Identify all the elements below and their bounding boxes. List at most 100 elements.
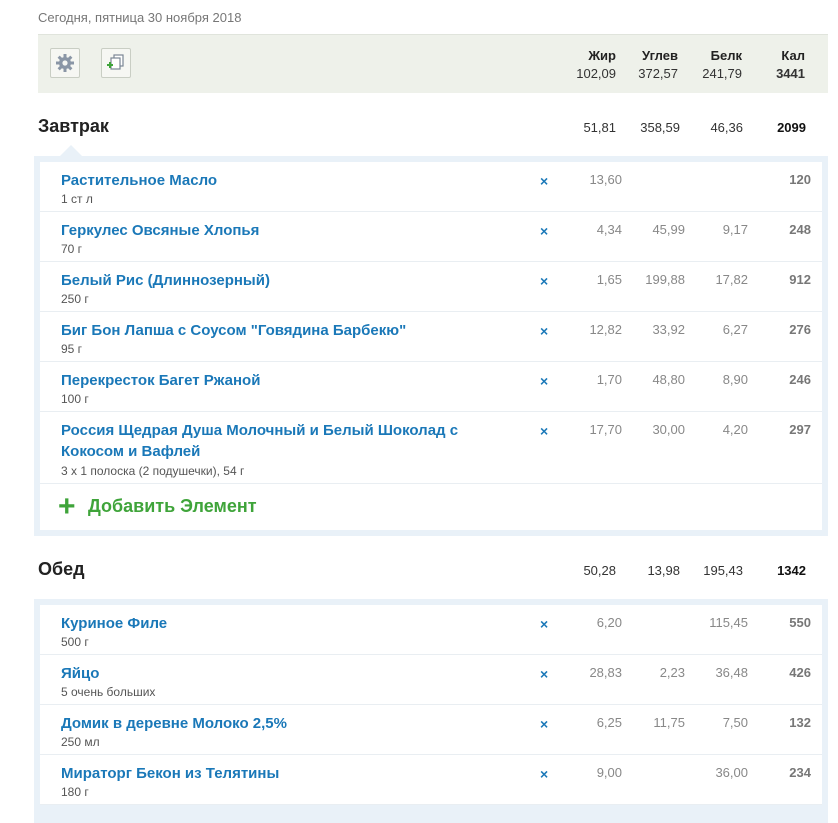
food-name[interactable]: Перекресток Багет Ржаной — [61, 370, 491, 391]
food-row[interactable]: Яйцо 5 очень больших × 28,83 2,23 36,48 … — [40, 655, 822, 705]
food-kcal: 550 — [789, 615, 811, 630]
total-prot: Белк 241,79 — [682, 47, 742, 83]
copy-meal-button[interactable] — [101, 48, 131, 78]
food-amount: 250 г — [61, 292, 89, 306]
food-row[interactable]: Геркулес Овсяные Хлопья 70 г × 4,34 45,9… — [40, 212, 822, 262]
food-name[interactable]: Геркулес Овсяные Хлопья — [61, 220, 491, 241]
food-kcal: 276 — [789, 322, 811, 337]
food-name[interactable]: Куриное Филе — [61, 613, 491, 634]
delete-icon[interactable]: × — [540, 616, 548, 632]
delete-icon[interactable]: × — [540, 273, 548, 289]
food-fat: 13,60 — [589, 172, 622, 187]
breakfast-carb: 358,59 — [640, 120, 680, 135]
food-row[interactable]: Куриное Филе 500 г × 6,20 115,45 550 — [40, 605, 822, 655]
delete-icon[interactable]: × — [540, 173, 548, 189]
food-kcal: 248 — [789, 222, 811, 237]
food-prot: 115,45 — [709, 615, 748, 630]
food-prot: 8,90 — [722, 372, 748, 387]
food-row[interactable]: Россия Щедрая Душа Молочный и Белый Шоко… — [40, 412, 822, 484]
food-name[interactable]: Белый Рис (Длиннозерный) — [61, 270, 491, 291]
delete-icon[interactable]: × — [540, 766, 548, 782]
food-row[interactable]: Биг Бон Лапша с Соусом "Говядина Барбекю… — [40, 312, 822, 362]
food-fat: 17,70 — [589, 422, 622, 437]
food-fat: 4,34 — [596, 222, 622, 237]
food-prot: 36,00 — [715, 765, 748, 780]
food-amount: 1 ст л — [61, 192, 93, 206]
food-fat: 1,70 — [596, 372, 622, 387]
delete-icon[interactable]: × — [540, 223, 548, 239]
breakfast-kcal: 2099 — [777, 120, 806, 135]
food-kcal: 912 — [789, 272, 811, 287]
lunch-fat: 50,28 — [583, 563, 616, 578]
food-kcal: 246 — [789, 372, 811, 387]
food-name[interactable]: Домик в деревне Молоко 2,5% — [61, 713, 491, 734]
food-amount: 5 очень больших — [61, 685, 156, 699]
food-name[interactable]: Мираторг Бекон из Телятины — [61, 763, 491, 784]
food-amount: 250 мл — [61, 735, 100, 749]
food-name[interactable]: Биг Бон Лапша с Соусом "Говядина Барбекю… — [61, 320, 491, 341]
meal-pointer — [60, 145, 82, 156]
meal-title-breakfast: Завтрак — [38, 116, 109, 136]
header-carb: Углев — [642, 48, 678, 63]
food-carb: 2,23 — [659, 665, 685, 680]
food-prot: 9,17 — [722, 222, 748, 237]
lunch-kcal: 1342 — [777, 563, 806, 578]
total-kcal-value: 3441 — [776, 66, 805, 81]
food-fat: 6,25 — [596, 715, 622, 730]
food-prot: 6,27 — [722, 322, 748, 337]
food-kcal: 426 — [789, 665, 811, 680]
food-fat: 6,20 — [596, 615, 622, 630]
food-amount: 180 г — [61, 785, 89, 799]
food-carb: 11,75 — [653, 715, 685, 730]
food-row[interactable]: Перекресток Багет Ржаной 100 г × 1,70 48… — [40, 362, 822, 412]
food-carb: 33,92 — [652, 322, 685, 337]
gear-icon — [56, 54, 74, 72]
food-prot: 17,82 — [715, 272, 748, 287]
food-row[interactable]: Домик в деревне Молоко 2,5% 250 мл × 6,2… — [40, 705, 822, 755]
add-item-button[interactable]: + Добавить Элемент — [40, 484, 822, 530]
total-carb: Углев 372,57 — [618, 47, 678, 83]
food-carb: 48,80 — [652, 372, 685, 387]
total-prot-value: 241,79 — [702, 66, 742, 81]
food-carb: 199,88 — [645, 272, 685, 287]
food-row[interactable]: Мираторг Бекон из Телятины 180 г × 9,00 … — [40, 755, 822, 805]
lunch-prot: 195,43 — [703, 563, 743, 578]
food-prot: 4,20 — [722, 422, 748, 437]
food-amount: 100 г — [61, 392, 89, 406]
plus-icon: + — [58, 490, 76, 523]
food-prot: 36,48 — [715, 665, 748, 680]
date-label: Сегодня, пятница 30 ноября 2018 — [38, 10, 242, 25]
food-amount: 3 x 1 полоска (2 подушечки), 54 г — [61, 464, 245, 478]
food-name[interactable]: Растительное Масло — [61, 170, 491, 191]
food-row[interactable]: Растительное Масло 1 ст л × 13,60 120 — [40, 162, 822, 212]
food-name[interactable]: Россия Щедрая Душа Молочный и Белый Шоко… — [61, 420, 491, 462]
delete-icon[interactable]: × — [540, 373, 548, 389]
settings-button[interactable] — [50, 48, 80, 78]
food-fat: 28,83 — [589, 665, 622, 680]
food-fat: 9,00 — [596, 765, 622, 780]
food-amount: 70 г — [61, 242, 83, 256]
delete-icon[interactable]: × — [540, 666, 548, 682]
food-kcal: 120 — [789, 172, 811, 187]
total-carb-value: 372,57 — [638, 66, 678, 81]
delete-icon[interactable]: × — [540, 716, 548, 732]
total-fat: Жир 102,09 — [556, 47, 616, 83]
food-carb: 30,00 — [652, 422, 685, 437]
food-amount: 500 г — [61, 635, 89, 649]
food-name[interactable]: Яйцо — [61, 663, 491, 684]
total-kcal: Кал 3441 — [745, 47, 805, 83]
header-fat: Жир — [588, 48, 616, 63]
lunch-entries: Куриное Филе 500 г × 6,20 115,45 550 Яйц… — [34, 599, 828, 823]
add-item-label[interactable]: Добавить Элемент — [88, 496, 257, 517]
delete-icon[interactable]: × — [540, 323, 548, 339]
copy-plus-icon — [107, 54, 124, 70]
food-prot: 7,50 — [722, 715, 748, 730]
delete-icon[interactable]: × — [540, 423, 548, 439]
daily-totals-bar: Жир 102,09 Углев 372,57 Белк 241,79 Кал … — [38, 34, 828, 93]
breakfast-entries: Растительное Масло 1 ст л × 13,60 120 Ге… — [34, 156, 828, 536]
food-kcal: 297 — [789, 422, 811, 437]
food-fat: 1,65 — [596, 272, 622, 287]
header-prot: Белк — [710, 48, 742, 63]
food-row[interactable]: Белый Рис (Длиннозерный) 250 г × 1,65 19… — [40, 262, 822, 312]
food-kcal: 234 — [789, 765, 811, 780]
